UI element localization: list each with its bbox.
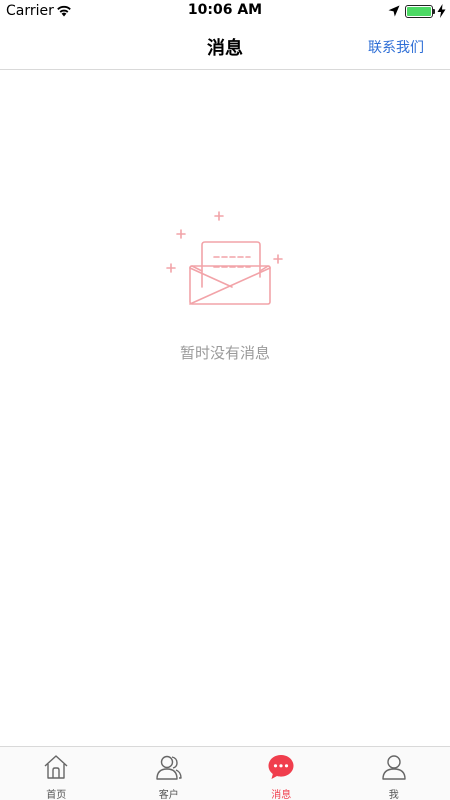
status-bar: Carrier 10:06 AM: [0, 0, 450, 22]
charging-bolt-icon: [437, 4, 446, 18]
tab-customers[interactable]: 客户: [113, 747, 226, 800]
tab-label: 首页: [46, 790, 67, 800]
tab-me[interactable]: 我: [338, 747, 450, 800]
battery-tip: [433, 9, 435, 14]
battery-icon: [405, 5, 433, 18]
message-bubble-icon: [268, 755, 294, 779]
contact-us-button[interactable]: 联系我们: [368, 37, 424, 57]
battery-fill: [407, 7, 431, 16]
envelope-letter-icon: [166, 211, 283, 305]
location-arrow-icon: [388, 5, 400, 17]
tab-home[interactable]: 首页: [0, 747, 113, 800]
empty-message: 暂时没有消息: [179, 344, 270, 362]
tab-label: 我: [388, 790, 399, 800]
tab-bar: 首页 客户 消息 我: [0, 746, 450, 800]
nav-bar: 消息 联系我们: [0, 22, 450, 70]
tab-label: 消息: [271, 790, 292, 800]
profile-icon: [382, 755, 406, 780]
home-icon: [44, 755, 68, 779]
status-time: 10:06 AM: [187, 2, 263, 18]
tab-label: 客户: [158, 790, 179, 800]
customers-icon: [156, 755, 182, 780]
tab-messages[interactable]: 消息: [225, 747, 338, 800]
